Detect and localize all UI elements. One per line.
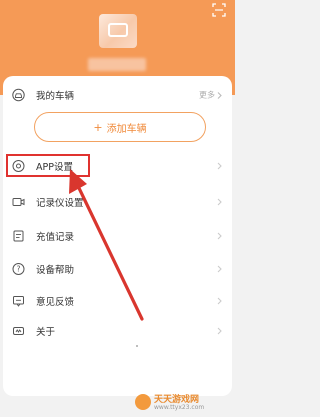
- menu-item-device-help[interactable]: ? 设备帮助: [3, 252, 232, 286]
- plus-icon: +: [93, 120, 103, 134]
- chevron-right-icon: [217, 297, 222, 305]
- document-icon: [13, 230, 24, 242]
- my-vehicles-row[interactable]: 我的车辆 更多: [3, 78, 232, 112]
- avatar[interactable]: [99, 14, 137, 48]
- watermark-url: www.ttyx23.com: [154, 404, 205, 411]
- menu-item-recorder-settings[interactable]: 记录仪设置: [3, 185, 232, 219]
- chevron-right-icon: [217, 265, 222, 273]
- feedback-icon: [13, 296, 24, 307]
- more-link[interactable]: 更多: [199, 90, 223, 101]
- menu-item-label: 记录仪设置: [36, 198, 84, 209]
- chevron-right-icon: [217, 232, 222, 240]
- scan-icon[interactable]: [212, 3, 226, 17]
- menu-item-label: 意见反馈: [36, 297, 75, 308]
- my-vehicles-title: 我的车辆: [36, 91, 75, 102]
- menu-item-label: 设备帮助: [36, 265, 75, 276]
- chevron-right-icon: [217, 91, 222, 99]
- highlight-box: [6, 154, 90, 177]
- more-label: 更多: [199, 90, 215, 100]
- watermark: 天天游戏网 www.ttyx23.com: [135, 392, 231, 412]
- username-blurred: [88, 58, 146, 71]
- menu-item-recharge-records[interactable]: 充值记录: [3, 219, 232, 253]
- help-icon: ?: [12, 263, 25, 275]
- menu-item-about[interactable]: 关于: [3, 314, 232, 348]
- car-icon: [12, 88, 25, 102]
- chevron-right-icon: [217, 327, 222, 335]
- add-vehicle-button[interactable]: + 添加车辆: [34, 112, 206, 142]
- menu-item-label: 关于: [36, 327, 56, 338]
- camera-icon: [12, 198, 25, 206]
- watermark-logo-icon: [135, 394, 151, 410]
- about-icon: [13, 327, 24, 335]
- stray-dot: [136, 345, 138, 347]
- chevron-right-icon: [217, 162, 222, 170]
- chevron-right-icon: [217, 198, 222, 206]
- menu-item-feedback[interactable]: 意见反馈: [3, 284, 232, 318]
- avatar-icon: [108, 23, 128, 37]
- svg-text:?: ?: [17, 265, 21, 274]
- menu-item-label: 充值记录: [36, 232, 75, 243]
- add-vehicle-label: 添加车辆: [106, 123, 147, 135]
- menu-card: 我的车辆 更多 + 添加车辆 APP设置 记录仪设置 充值记录 ? 设备帮助 意…: [3, 76, 232, 396]
